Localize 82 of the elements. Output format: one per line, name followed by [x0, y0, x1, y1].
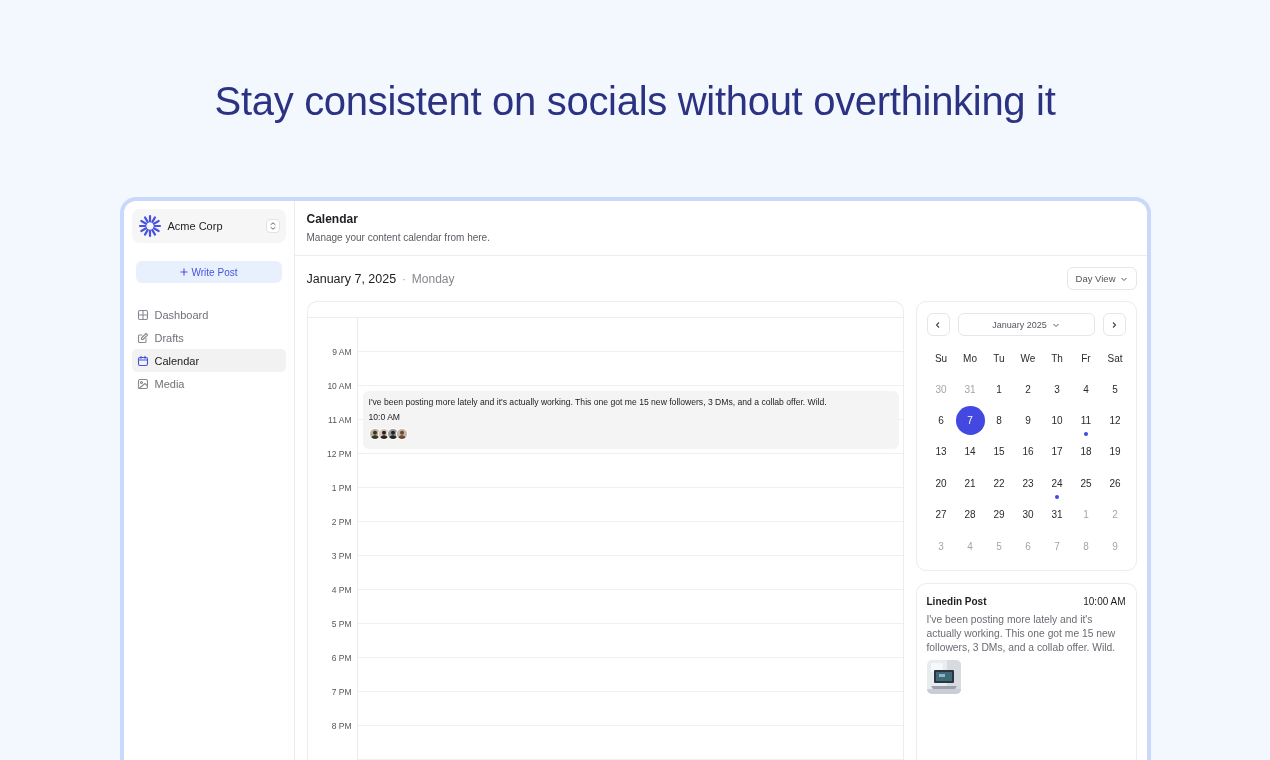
- hour-label: 8 PM: [330, 720, 353, 733]
- hour-label: 5 PM: [330, 618, 353, 631]
- hour-label: 7 PM: [330, 686, 353, 699]
- calendar-day[interactable]: 18: [1071, 437, 1101, 467]
- nav-item[interactable]: Dashboard: [131, 303, 286, 326]
- post-title: Linedin Post: [926, 596, 987, 608]
- weekday-heading: Mo: [962, 352, 978, 366]
- post-time: 10:00 AM: [1083, 596, 1126, 608]
- weekday-heading: We: [1019, 352, 1037, 366]
- hour-label: 6 PM: [330, 652, 353, 665]
- chevron-right-icon: [1110, 320, 1118, 329]
- calendar-day[interactable]: 22: [984, 469, 1014, 498]
- nav-item[interactable]: Calendar: [131, 349, 286, 372]
- calendar-day[interactable]: 29: [984, 500, 1014, 529]
- hour-label: 12 PM: [325, 448, 353, 461]
- separator-dot: ·: [402, 272, 406, 285]
- hour-label: 4 PM: [330, 584, 353, 597]
- calendar-day[interactable]: 21: [955, 469, 985, 498]
- event-time: 10:0 AM: [368, 412, 402, 422]
- write-post-button[interactable]: Write Post: [135, 261, 282, 283]
- calendar-day[interactable]: 3: [1042, 375, 1072, 404]
- calendar-day[interactable]: 10: [1042, 406, 1072, 435]
- chevron-up-down-icon: [265, 219, 280, 233]
- calendar-icon: [136, 354, 149, 367]
- hour-label: 11 AM: [327, 414, 353, 427]
- chevron-left-icon: [934, 320, 942, 329]
- nav-item[interactable]: Drafts: [131, 326, 286, 349]
- calendar-day[interactable]: 13: [926, 437, 956, 467]
- hour-label: 2 PM: [330, 516, 353, 529]
- calendar-day[interactable]: 8: [984, 406, 1014, 435]
- next-month-button[interactable]: [1102, 313, 1126, 336]
- plus-icon: [179, 268, 188, 276]
- image-icon: [136, 377, 149, 390]
- weekday-heading: Fr: [1080, 352, 1092, 366]
- calendar-day[interactable]: 6: [926, 406, 956, 435]
- calendar-day[interactable]: 30: [1013, 500, 1043, 529]
- weekday-heading: Tu: [992, 352, 1006, 366]
- calendar-day[interactable]: 25: [1071, 469, 1101, 498]
- calendar-day[interactable]: 17: [1042, 437, 1072, 467]
- hour-label: 1 PM: [330, 482, 353, 495]
- page-subtitle: Manage your content calendar from here.: [306, 232, 491, 243]
- grid-icon: [136, 308, 149, 321]
- calendar-day[interactable]: 15: [984, 437, 1014, 467]
- hour-label: 9 AM: [331, 346, 353, 359]
- calendar-day[interactable]: 11: [1071, 406, 1101, 435]
- event-card[interactable]: I've been posting more lately and it's actually working. This one got me 15 new followers, 3 DMs, and a collab offer. Wild. 10:0 AM: [362, 391, 899, 449]
- calendar-day[interactable]: 19: [1100, 437, 1130, 467]
- view-select[interactable]: Day View: [1066, 267, 1137, 290]
- current-date: January 7, 2025: [306, 271, 397, 286]
- weekday-heading: Sat: [1106, 352, 1124, 366]
- sunburst-logo-icon: [137, 214, 162, 238]
- previous-month-button[interactable]: [926, 313, 950, 336]
- calendar-day[interactable]: 16: [1013, 437, 1043, 467]
- workspace-name: Acme Corp: [167, 220, 224, 232]
- hour-label: 10 AM: [326, 380, 353, 393]
- weekday-heading: Th: [1050, 352, 1064, 366]
- calendar-day[interactable]: 4: [1071, 375, 1101, 404]
- weekday-label: Monday: [411, 271, 456, 286]
- headline: Stay consistent on socials without overthinking it: [214, 78, 1056, 125]
- workspace-switcher[interactable]: Acme Corp: [131, 209, 286, 243]
- hour-label: 3 PM: [330, 550, 353, 563]
- post-text: I've been posting more lately and it's actually working. This one got me 15 new followers, 3 DMs, and a collab offer. Wild.: [926, 613, 1117, 656]
- weekday-heading: Su: [933, 352, 949, 366]
- calendar-day[interactable]: 14: [955, 437, 985, 467]
- calendar-day[interactable]: 9: [1013, 406, 1043, 435]
- calendar-day[interactable]: 5: [1100, 375, 1130, 404]
- calendar-day[interactable]: 26: [1100, 469, 1130, 498]
- month-select[interactable]: January 2025: [957, 313, 1095, 336]
- pencil-icon: [136, 331, 149, 344]
- page-title: Calendar: [306, 212, 359, 226]
- calendar-day[interactable]: 24: [1042, 469, 1072, 498]
- calendar-day[interactable]: 20: [926, 469, 956, 498]
- calendar-day[interactable]: 23: [1013, 469, 1043, 498]
- event-text: I've been posting more lately and it's actually working. This one got me 15 new followers, 3 DMs, and a collab offer. Wild.: [368, 397, 828, 407]
- calendar-day[interactable]: 28: [955, 500, 985, 529]
- calendar-day[interactable]: 1: [984, 375, 1014, 404]
- calendar-day[interactable]: 27: [926, 500, 956, 529]
- nav-item[interactable]: Media: [131, 372, 286, 395]
- calendar-day[interactable]: 2: [1013, 375, 1043, 404]
- calendar-day[interactable]: 12: [1100, 406, 1130, 435]
- calendar-day[interactable]: 31: [1042, 500, 1072, 529]
- calendar-day[interactable]: 7: [955, 406, 985, 435]
